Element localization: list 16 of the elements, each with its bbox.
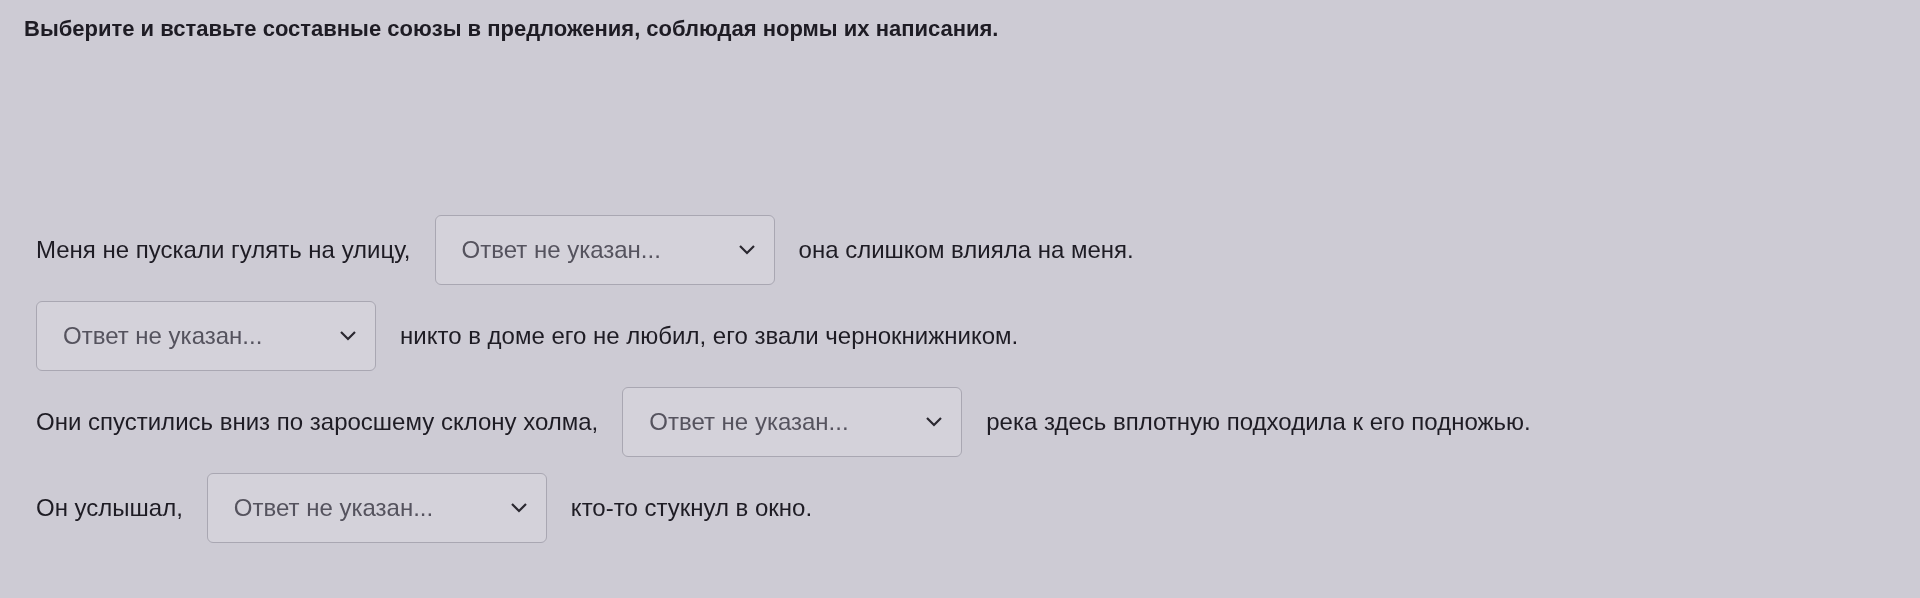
sentence-text: река здесь вплотную подходила к его подножью. [986, 407, 1531, 437]
answer-dropdown[interactable]: Ответ не указан... [36, 301, 376, 371]
sentence-text: она слишком влияла на меня. [798, 235, 1134, 265]
sentence-text: Меня не пускали гулять на улицу, [36, 235, 411, 265]
answer-dropdown[interactable]: Ответ не указан... [206, 473, 547, 543]
answer-dropdown[interactable]: Ответ не указан... [434, 215, 775, 285]
chevron-down-icon [509, 502, 528, 514]
sentence-text: кто-то стукнул в окно. [570, 493, 813, 523]
instruction-text: Выберите и вставьте составные союзы в предложения, соблюдая нормы их написания. [23, 15, 1000, 43]
sentence-text: Он услышал, [36, 493, 183, 523]
chevron-down-icon [737, 244, 756, 256]
sentence-text: никто в доме его не любил, его звали чернокнижником. [400, 321, 1019, 351]
sentence-text: Они спустились вниз по заросшему склону холма, [36, 407, 599, 437]
answer-dropdown[interactable]: Ответ не указан... [622, 387, 963, 457]
chevron-down-icon [925, 416, 944, 428]
chevron-down-icon [339, 330, 357, 342]
